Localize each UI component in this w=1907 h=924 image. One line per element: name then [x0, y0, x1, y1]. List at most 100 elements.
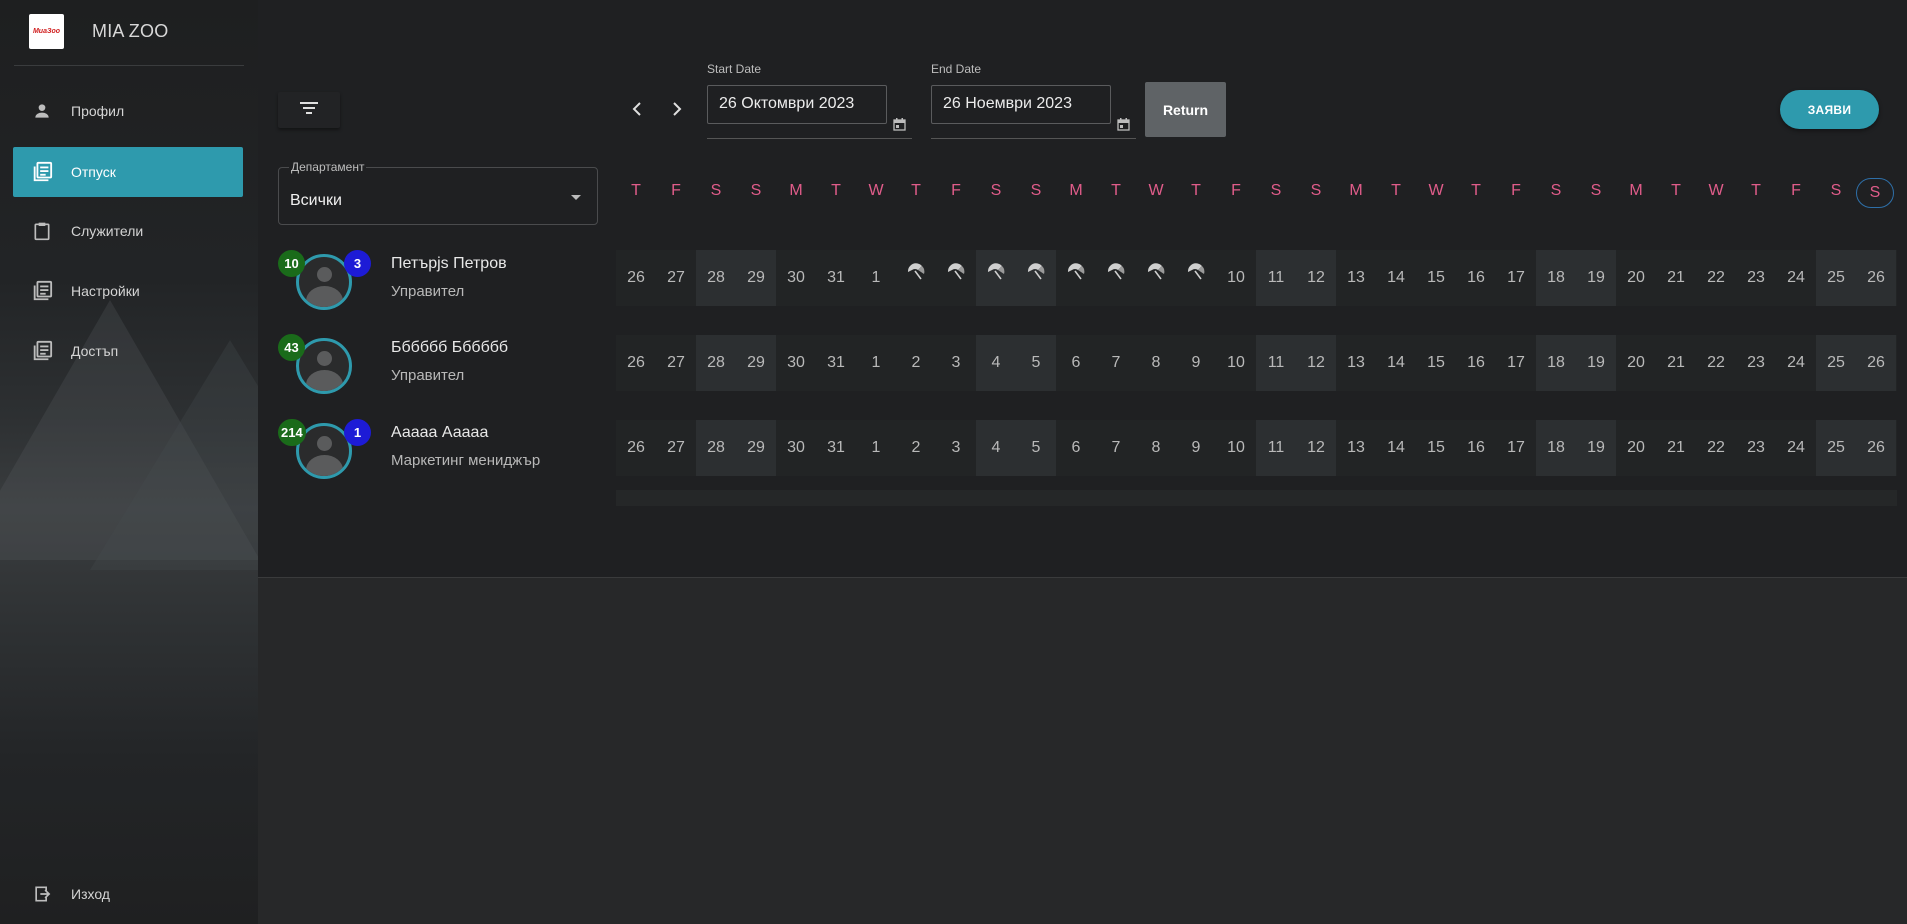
calendar-icon[interactable]	[893, 118, 907, 132]
calendar-day-cell[interactable]: 6	[1056, 335, 1096, 391]
employee-name[interactable]: Ааааа Ааааа	[391, 424, 488, 442]
calendar-day-cell[interactable]: 16	[1456, 420, 1496, 476]
calendar-day-cell[interactable]: 21	[1656, 250, 1696, 306]
calendar-day-cell[interactable]: 24	[1776, 335, 1816, 391]
sidebar-item-profile[interactable]: Профил	[13, 86, 243, 136]
calendar-day-cell[interactable]: 23	[1736, 420, 1776, 476]
calendar-day-cell[interactable]: 1	[856, 250, 896, 306]
calendar-day-cell[interactable]: 18	[1536, 250, 1576, 306]
calendar-day-cell[interactable]: 15	[1416, 250, 1456, 306]
vacation-day-cell[interactable]	[1056, 250, 1096, 306]
calendar-day-cell[interactable]: 26	[616, 250, 656, 306]
start-date-input[interactable]: 26 Октомври 2023	[707, 85, 887, 124]
calendar-day-cell[interactable]: 19	[1576, 250, 1616, 306]
calendar-day-cell[interactable]: 18	[1536, 335, 1576, 391]
employee-name[interactable]: Бббббб Бббббб	[391, 339, 508, 357]
calendar-day-cell[interactable]: 22	[1696, 250, 1736, 306]
calendar-day-cell[interactable]: 23	[1736, 335, 1776, 391]
calendar-day-cell[interactable]: 13	[1336, 420, 1376, 476]
calendar-day-cell[interactable]: 21	[1656, 420, 1696, 476]
vacation-day-cell[interactable]	[1176, 250, 1216, 306]
employee-name[interactable]: Петърjs Петров	[391, 255, 507, 273]
calendar-day-cell[interactable]: 14	[1376, 250, 1416, 306]
calendar-day-cell[interactable]: 8	[1136, 420, 1176, 476]
horizontal-scrollbar[interactable]	[616, 490, 1897, 506]
calendar-day-cell[interactable]: 28	[696, 335, 736, 391]
sidebar-item-vacation[interactable]: Отпуск	[13, 147, 243, 197]
calendar-day-cell[interactable]: 1	[856, 335, 896, 391]
vacation-day-cell[interactable]	[936, 250, 976, 306]
calendar-day-cell[interactable]: 10	[1216, 250, 1256, 306]
calendar-day-cell[interactable]: 29	[736, 335, 776, 391]
calendar-day-cell[interactable]: 10	[1216, 420, 1256, 476]
calendar-day-cell[interactable]: 12	[1296, 420, 1336, 476]
calendar-day-cell[interactable]: 28	[696, 250, 736, 306]
calendar-day-cell[interactable]: 25	[1816, 420, 1856, 476]
vacation-day-cell[interactable]	[1096, 250, 1136, 306]
calendar-day-cell[interactable]: 13	[1336, 250, 1376, 306]
calendar-day-cell[interactable]: 29	[736, 250, 776, 306]
calendar-day-cell[interactable]: 3	[936, 335, 976, 391]
next-period-button[interactable]	[665, 99, 689, 123]
calendar-day-cell[interactable]: 11	[1256, 335, 1296, 391]
calendar-day-cell[interactable]: 19	[1576, 420, 1616, 476]
calendar-day-cell[interactable]: 26	[1856, 335, 1896, 391]
vacation-day-cell[interactable]	[1136, 250, 1176, 306]
calendar-day-cell[interactable]: 31	[816, 250, 856, 306]
calendar-day-cell[interactable]: 27	[656, 250, 696, 306]
calendar-day-cell[interactable]: 7	[1096, 420, 1136, 476]
calendar-day-cell[interactable]: 17	[1496, 335, 1536, 391]
calendar-day-cell[interactable]: 16	[1456, 335, 1496, 391]
calendar-day-cell[interactable]: 5	[1016, 335, 1056, 391]
calendar-day-cell[interactable]: 2	[896, 420, 936, 476]
return-button[interactable]: Return	[1145, 82, 1226, 137]
filter-button[interactable]	[278, 92, 340, 128]
calendar-day-cell[interactable]: 8	[1136, 335, 1176, 391]
calendar-day-cell[interactable]: 10	[1216, 335, 1256, 391]
department-select[interactable]: Департамент Всички	[278, 160, 598, 225]
calendar-day-cell[interactable]: 26	[616, 420, 656, 476]
calendar-day-cell[interactable]: 16	[1456, 250, 1496, 306]
calendar-day-cell[interactable]: 6	[1056, 420, 1096, 476]
calendar-day-cell[interactable]: 24	[1776, 250, 1816, 306]
calendar-day-cell[interactable]: 14	[1376, 420, 1416, 476]
calendar-day-cell[interactable]: 15	[1416, 335, 1456, 391]
calendar-day-cell[interactable]: 4	[976, 420, 1016, 476]
prev-period-button[interactable]	[625, 99, 649, 123]
calendar-day-cell[interactable]: 4	[976, 335, 1016, 391]
calendar-day-cell[interactable]: 27	[656, 335, 696, 391]
calendar-day-cell[interactable]: 13	[1336, 335, 1376, 391]
calendar-day-cell[interactable]: 19	[1576, 335, 1616, 391]
calendar-day-cell[interactable]: 9	[1176, 335, 1216, 391]
calendar-day-cell[interactable]: 31	[816, 420, 856, 476]
calendar-day-cell[interactable]: 7	[1096, 335, 1136, 391]
calendar-day-cell[interactable]: 23	[1736, 250, 1776, 306]
calendar-day-cell[interactable]: 14	[1376, 335, 1416, 391]
calendar-day-cell[interactable]: 18	[1536, 420, 1576, 476]
calendar-day-cell[interactable]: 28	[696, 420, 736, 476]
calendar-day-cell[interactable]: 9	[1176, 420, 1216, 476]
sidebar-item-employees[interactable]: Служители	[13, 206, 243, 256]
calendar-day-cell[interactable]: 26	[616, 335, 656, 391]
calendar-day-cell[interactable]: 1	[856, 420, 896, 476]
calendar-day-cell[interactable]: 15	[1416, 420, 1456, 476]
calendar-day-cell[interactable]: 29	[736, 420, 776, 476]
calendar-day-cell[interactable]: 22	[1696, 335, 1736, 391]
vacation-day-cell[interactable]	[896, 250, 936, 306]
calendar-day-cell[interactable]: 24	[1776, 420, 1816, 476]
calendar-day-cell[interactable]: 26	[1856, 250, 1896, 306]
brand[interactable]: МиаЗоо MIA ZOO	[0, 0, 258, 66]
calendar-day-cell[interactable]: 21	[1656, 335, 1696, 391]
calendar-day-cell[interactable]: 30	[776, 335, 816, 391]
calendar-day-cell[interactable]: 26	[1856, 420, 1896, 476]
apply-button[interactable]: ЗАЯВИ	[1780, 90, 1879, 129]
calendar-day-cell[interactable]: 2	[896, 335, 936, 391]
calendar-day-cell[interactable]: 12	[1296, 335, 1336, 391]
calendar-day-cell[interactable]: 30	[776, 250, 816, 306]
calendar-day-cell[interactable]: 25	[1816, 250, 1856, 306]
calendar-day-cell[interactable]: 25	[1816, 335, 1856, 391]
calendar-day-cell[interactable]: 20	[1616, 250, 1656, 306]
end-date-input[interactable]: 26 Ноември 2023	[931, 85, 1111, 124]
calendar-day-cell[interactable]: 20	[1616, 420, 1656, 476]
calendar-day-cell[interactable]: 11	[1256, 250, 1296, 306]
